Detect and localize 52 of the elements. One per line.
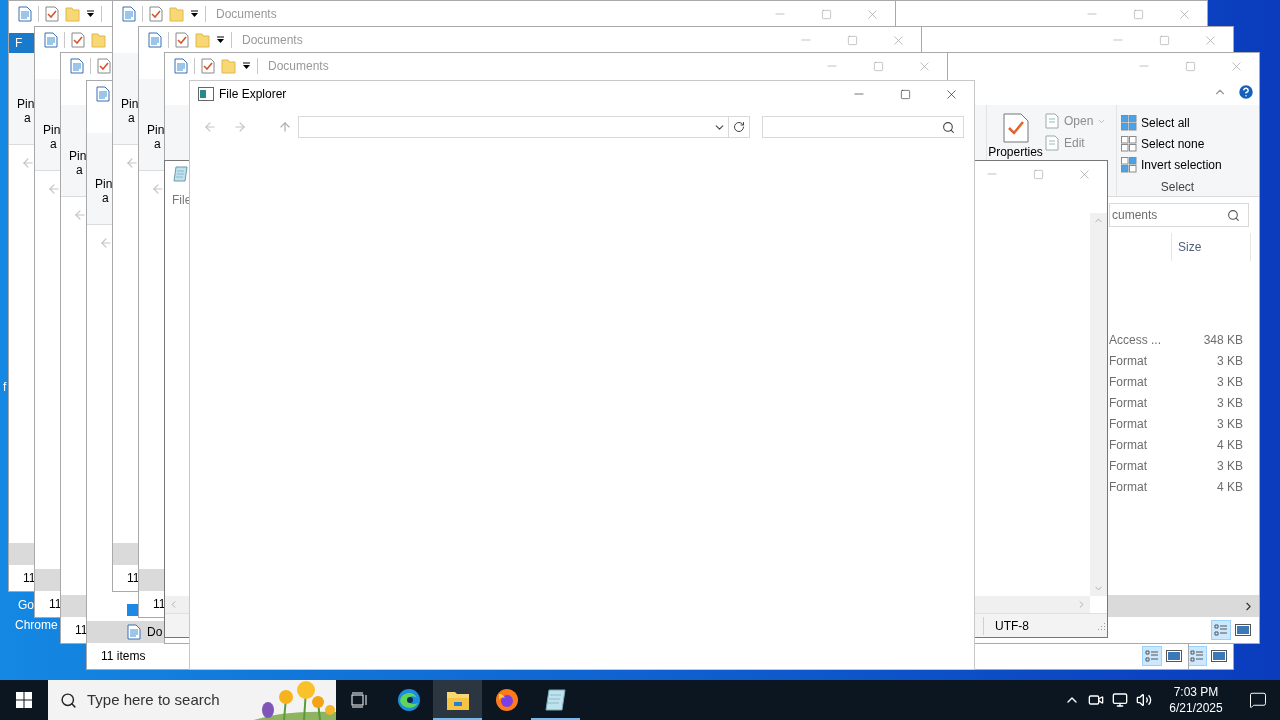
status-text: 11 — [75, 622, 88, 639]
properties-button[interactable]: Properties — [988, 145, 1043, 159]
ribbon-label: Pin — [95, 177, 113, 191]
ribbon-label: Pin — [121, 97, 139, 111]
select-command[interactable]: Invert selection — [1121, 154, 1234, 175]
type-cell-text: Format — [1108, 478, 1148, 496]
ribbon-label: a — [24, 111, 31, 125]
column-header[interactable]: Size — [1171, 233, 1251, 261]
window-title: Documents — [242, 32, 303, 49]
size-cell-text: 3 KB — [1216, 415, 1243, 433]
size-cell-text: 3 KB — [1216, 394, 1243, 412]
type-cell-text: Format — [1108, 352, 1148, 370]
status-text: 11 items — [101, 648, 146, 665]
size-cell-text: 3 KB — [1216, 457, 1243, 475]
type-cell-text: Format — [1108, 394, 1148, 412]
ribbon-label: a — [50, 137, 57, 151]
type-cell-text: Format — [1108, 415, 1148, 433]
search-box[interactable]: Type here to search — [48, 680, 336, 720]
status-text: 11 — [127, 570, 140, 587]
file-tab[interactable]: F — [9, 33, 35, 53]
ribbon-label: a — [128, 111, 135, 125]
group-label: Select — [1159, 179, 1196, 196]
size-cell-text: 4 KB — [1216, 478, 1243, 496]
window-title: File Explorer — [219, 86, 287, 103]
status-text: 11 — [49, 596, 62, 613]
encoding-label: UTF-8 — [983, 616, 1091, 635]
type-cell-text: Format — [1108, 373, 1148, 391]
window-title: Documents — [216, 6, 277, 23]
ribbon-label: Pin — [69, 149, 87, 163]
ribbon-label: Pin — [17, 97, 35, 111]
desktop-icon-label[interactable]: f — [3, 380, 7, 394]
type-cell-text: Access ... — [1108, 331, 1162, 349]
type-cell-text: Format — [1108, 436, 1148, 454]
size-cell-text: 3 KB — [1216, 352, 1243, 370]
ribbon-label: a — [102, 191, 109, 205]
size-cell-text: 3 KB — [1216, 373, 1243, 391]
type-cell-text: Format — [1108, 457, 1148, 475]
desktop-icon-label[interactable]: Go — [18, 598, 34, 612]
search-field[interactable]: cuments — [1109, 203, 1249, 227]
ribbon-label: a — [76, 163, 83, 177]
size-cell-text: 4 KB — [1216, 436, 1243, 454]
status-text: 11 — [153, 596, 166, 613]
size-cell-text: 348 KB — [1202, 331, 1243, 349]
desktop-icon-label[interactable]: Chrome — [15, 618, 58, 632]
select-command[interactable]: Select all — [1121, 113, 1234, 134]
window-title: Documents — [268, 58, 329, 75]
ribbon-label: a — [154, 137, 161, 151]
select-command[interactable]: Select none — [1121, 133, 1234, 155]
status-text: 11 — [23, 570, 36, 587]
ribbon-label: Pin — [43, 123, 61, 137]
clock[interactable]: 7:03 PM 6/21/2025 — [1156, 680, 1236, 720]
ribbon-label: Pin — [147, 123, 165, 137]
